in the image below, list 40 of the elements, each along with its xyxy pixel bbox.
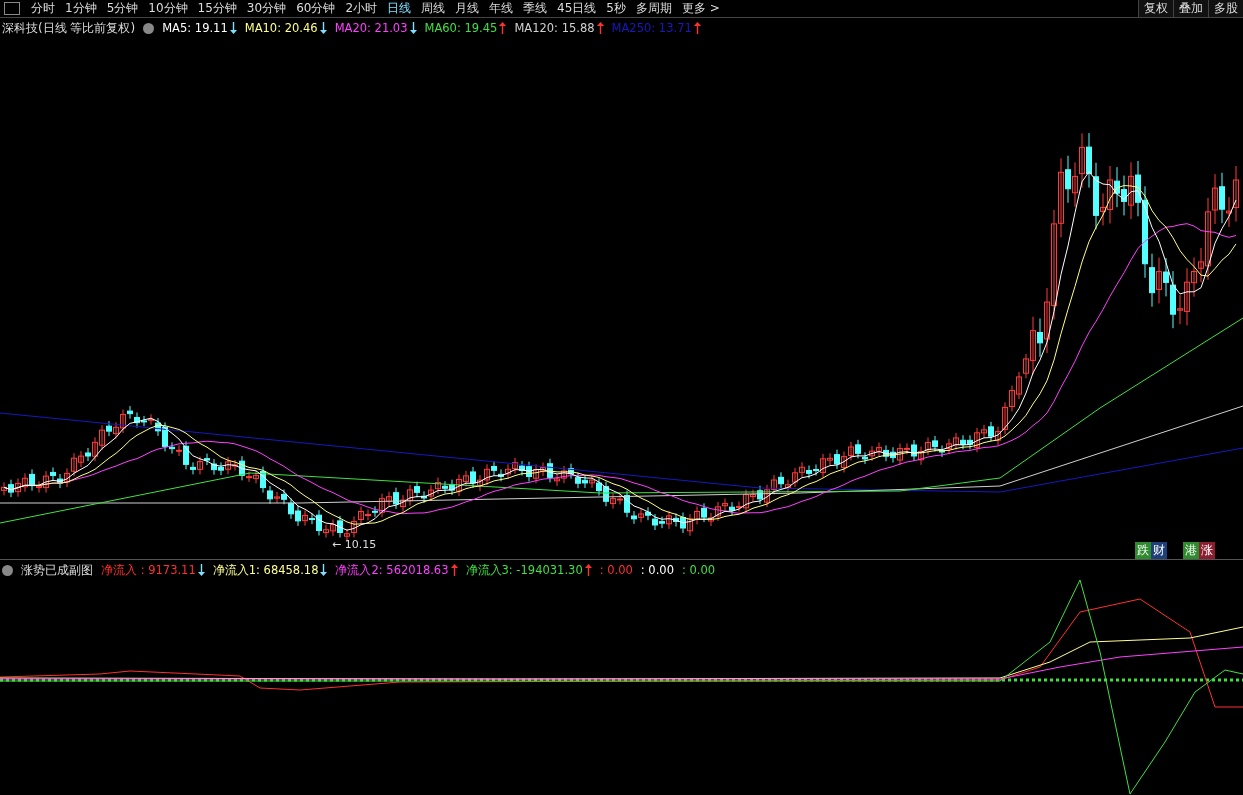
indicator-value: MA60: 19.45 bbox=[424, 21, 498, 35]
indicator-value: MA5: 19.11 bbox=[162, 21, 228, 35]
indicator-value: : 0.00 bbox=[599, 563, 633, 577]
period-tab[interactable]: 2小时 bbox=[340, 0, 383, 17]
indicator-value: : 0.00 bbox=[682, 563, 716, 577]
indicator-value: 净流入1: 68458.18 bbox=[212, 562, 319, 578]
tag-label[interactable]: 港 bbox=[1183, 542, 1199, 559]
period-tab[interactable]: 5分钟 bbox=[101, 0, 144, 17]
tag-label[interactable]: 跌 bbox=[1135, 542, 1151, 559]
toolbar-button[interactable]: 复权 bbox=[1138, 0, 1173, 17]
indicator-value: MA10: 20.46 bbox=[244, 21, 318, 35]
period-tab[interactable]: 45日线 bbox=[552, 0, 602, 17]
low-price-label: ← 10.15 bbox=[332, 538, 377, 551]
tag-label[interactable]: 涨 bbox=[1199, 542, 1215, 559]
period-tab[interactable]: 1分钟 bbox=[60, 0, 102, 17]
indicator-value: : 0.00 bbox=[640, 563, 674, 577]
period-tab[interactable]: 分时 bbox=[26, 0, 60, 17]
period-tab[interactable]: 15分钟 bbox=[192, 0, 242, 17]
toolbar-button[interactable]: 多股 bbox=[1208, 0, 1243, 17]
period-tab[interactable]: 季线 bbox=[518, 0, 553, 17]
indicator-value: 净流入3: -194031.30 bbox=[465, 562, 583, 578]
period-tab[interactable]: 30分钟 bbox=[241, 0, 292, 17]
chart-title: 深科技(日线 等比前复权) bbox=[2, 19, 136, 37]
indicator-value: 净流入2: 562018.63 bbox=[335, 562, 449, 578]
chart-title: 涨势已成副图 bbox=[21, 561, 93, 579]
period-tab[interactable]: 60分钟 bbox=[291, 0, 341, 17]
period-tab[interactable]: 年线 bbox=[484, 0, 519, 17]
indicator-value: 净流入 : 9173.11 bbox=[101, 562, 196, 578]
period-tab[interactable]: 多周期 bbox=[630, 0, 677, 17]
period-tab[interactable]: 周线 bbox=[416, 0, 451, 17]
period-tab[interactable]: 日线 bbox=[382, 0, 417, 17]
indicator-value: MA250: 13.71 bbox=[611, 21, 692, 35]
period-tab[interactable]: 月线 bbox=[450, 0, 485, 17]
period-tab[interactable]: 10分钟 bbox=[143, 0, 193, 17]
tag-label[interactable]: 财 bbox=[1151, 542, 1167, 559]
indicator-value: MA120: 15.88 bbox=[514, 21, 595, 35]
period-tab[interactable]: 更多 > bbox=[676, 0, 725, 17]
toolbar-button[interactable]: 叠加 bbox=[1173, 0, 1208, 17]
indicator-value: MA20: 21.03 bbox=[334, 21, 408, 35]
period-tab[interactable]: 5秒 bbox=[601, 0, 631, 17]
